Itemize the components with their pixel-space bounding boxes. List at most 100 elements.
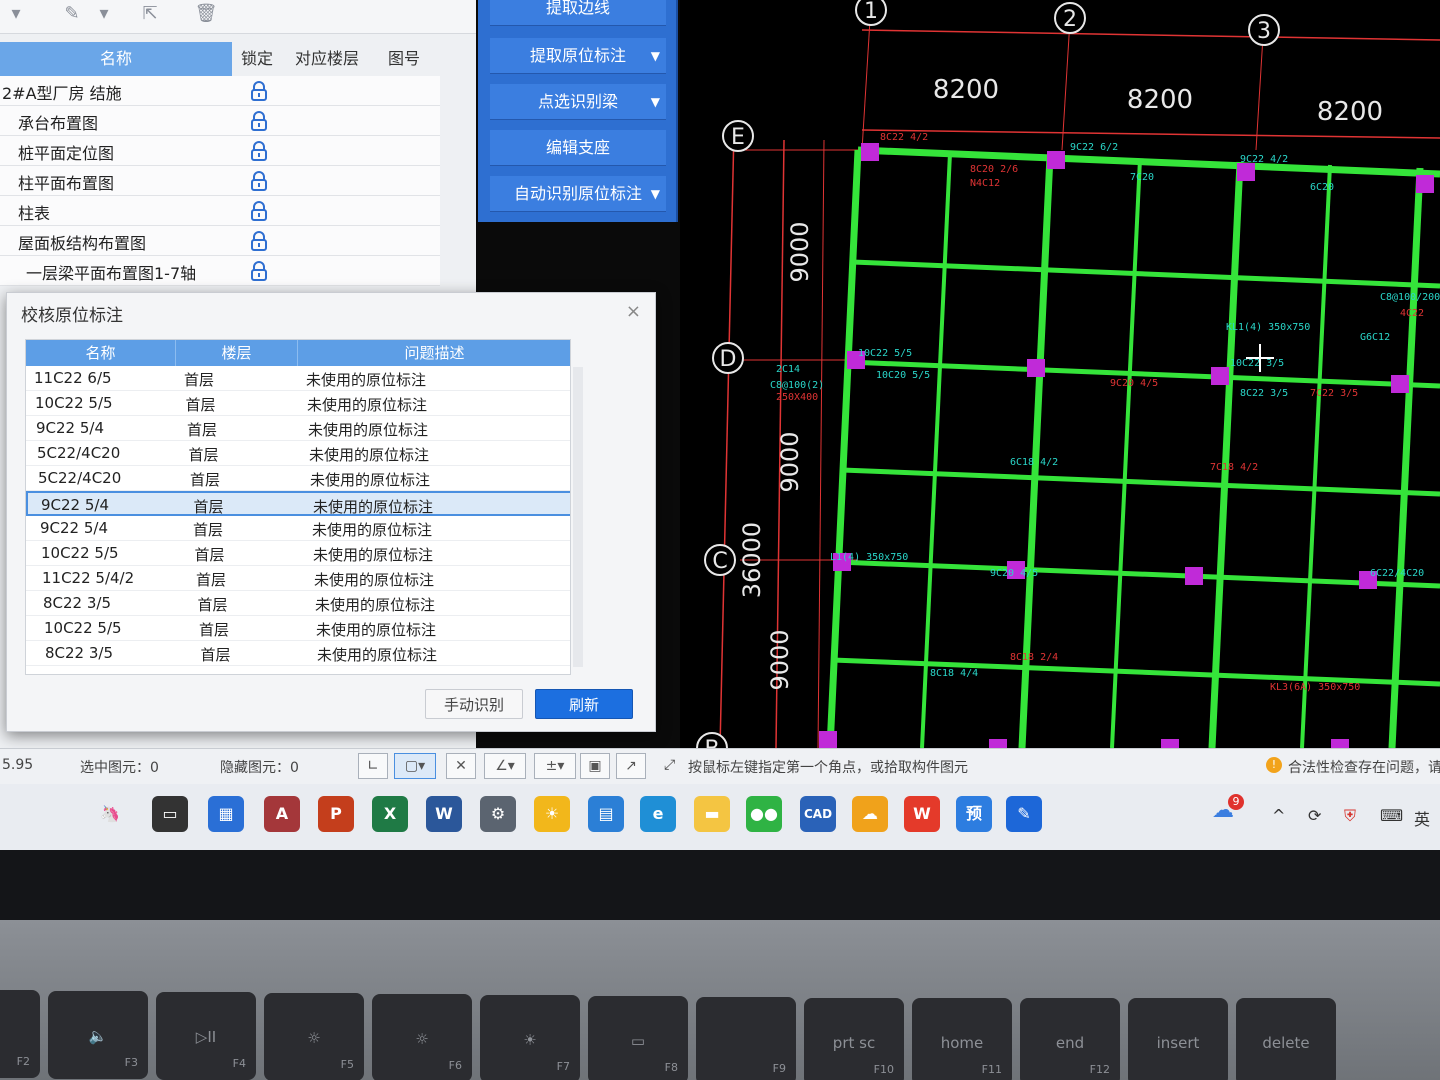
drawing-row[interactable]: 屋面板结构布置图 <box>0 226 440 256</box>
drawing-row[interactable]: 一层梁平面布置图1-7轴 <box>0 256 440 286</box>
unicorn-app-icon[interactable]: 🦄 <box>92 796 128 832</box>
table-row[interactable]: 9C22 5/4 首层 未使用的原位标注 <box>26 516 570 541</box>
beam-line <box>852 259 1440 289</box>
table-scrollbar[interactable] <box>573 367 583 667</box>
angle-icon[interactable]: ∠▾ <box>484 753 526 779</box>
dropdown-icon[interactable]: ▾ <box>92 2 116 26</box>
snap-icon[interactable]: ±▾ <box>534 753 576 779</box>
col-header-issue[interactable]: 问题描述 <box>298 340 570 366</box>
glodon-app-icon[interactable]: ✎ <box>1006 796 1042 832</box>
drawing-row[interactable]: 桩平面定位图 <box>0 136 440 166</box>
access-icon[interactable]: A <box>264 796 300 832</box>
table-row[interactable]: 8C22 3/5 首层 未使用的原位标注 <box>26 641 570 666</box>
drawing-row[interactable]: 2#A型厂房 结施 <box>0 76 440 106</box>
settings-icon[interactable]: ⚙ <box>480 796 516 832</box>
key-label: ▭ <box>630 1032 646 1050</box>
add-drawing-icon[interactable]: ▾ <box>4 2 28 26</box>
table-row[interactable]: 9C22 5/4 首层 未使用的原位标注 <box>26 491 570 516</box>
col-header-floor[interactable]: 楼层 <box>176 340 298 366</box>
validation-warning[interactable]: 合法性检查存在问题，请 <box>1288 757 1440 777</box>
wps-icon[interactable]: W <box>904 796 940 832</box>
cad-app-icon[interactable]: CAD <box>800 796 836 832</box>
lock-icon[interactable] <box>248 80 270 102</box>
word-icon[interactable]: W <box>426 796 462 832</box>
recognition-button[interactable]: 编辑支座 <box>490 130 666 166</box>
lock-icon[interactable] <box>248 260 270 282</box>
table-row[interactable]: 11C22 5/4/2 首层 未使用的原位标注 <box>26 566 570 591</box>
ortho-icon[interactable]: ∟ <box>358 753 388 779</box>
drawing-row[interactable]: 承台布置图 <box>0 106 440 136</box>
lock-icon[interactable] <box>248 170 270 192</box>
cell-name: 8C22 3/5 <box>43 594 112 612</box>
beam-line <box>857 146 1440 178</box>
beam-plan-drawing[interactable]: 1 2 3EDCB8200 8200 8200900090009000360008C22… <box>680 0 1440 764</box>
table-row[interactable]: 5C22/4C20 首层 未使用的原位标注 <box>26 466 570 491</box>
cell-issue: 未使用的原位标注 <box>317 646 438 664</box>
warning-icon[interactable]: ! <box>1266 757 1282 773</box>
manual-identify-button[interactable]: 手动识别 <box>425 689 523 719</box>
lock-icon[interactable] <box>248 200 270 222</box>
excel-icon[interactable]: X <box>372 796 408 832</box>
powerpoint-icon[interactable]: P <box>318 796 354 832</box>
col-header-lock[interactable]: 锁定 <box>234 42 280 76</box>
recognition-button[interactable]: 提取边线 <box>490 0 666 26</box>
cross-select-icon[interactable]: ✕ <box>446 753 476 779</box>
table-row[interactable]: 8C22 3/5 首层 未使用的原位标注 <box>26 591 570 616</box>
dropdown-arrow-icon[interactable]: ▼ <box>651 38 660 74</box>
col-header-name[interactable]: 名称 <box>0 42 232 76</box>
dropdown-arrow-icon[interactable]: ▼ <box>651 84 660 120</box>
delete-icon[interactable]: 🗑 <box>194 2 218 26</box>
folder-icon[interactable]: ▬ <box>694 796 730 832</box>
layer-icon[interactable]: ▣ <box>580 753 610 779</box>
lock-icon[interactable] <box>248 140 270 162</box>
table-row[interactable]: 10C22 5/5 首层 未使用的原位标注 <box>26 616 570 641</box>
keyboard-key: home F11 <box>912 998 1012 1080</box>
edge-icon[interactable]: e <box>640 796 676 832</box>
dropdown-arrow-icon[interactable]: ▼ <box>651 176 660 212</box>
edit-icon[interactable]: ✎ <box>60 2 84 26</box>
col-header-drawing-no[interactable]: 图号 <box>374 42 434 76</box>
wechat-icon[interactable]: ●● <box>746 796 782 832</box>
keyboard-key: insert <box>1128 998 1228 1080</box>
recognition-button[interactable]: 点选识别梁 ▼ <box>490 84 666 120</box>
column-marker <box>861 143 879 161</box>
col-header-name[interactable]: 名称 <box>26 340 176 366</box>
keyboard-icon[interactable]: ⌨ <box>1380 806 1403 825</box>
drawing-row[interactable]: 柱平面布置图 <box>0 166 440 196</box>
expand-icon[interactable]: ⤢ <box>664 757 675 773</box>
cloud-app-icon[interactable]: ☁ <box>852 796 888 832</box>
taskbar: 🦄 ▭ ▦ A P X W ⚙ ☀ ▤ e ▬ ●● CAD ☁ W 预 ✎ ☁ 9 ^ ⟳ ⛨ ⌨ 英 <box>0 784 1440 850</box>
lock-icon[interactable] <box>248 230 270 252</box>
cell-name: 5C22/4C20 <box>37 444 121 462</box>
drawing-row[interactable]: 柱表 <box>0 196 440 226</box>
preview-app-icon[interactable]: 预 <box>956 796 992 832</box>
notes-app-icon[interactable]: ▤ <box>588 796 624 832</box>
table-row[interactable]: 9C22 5/4 首层 未使用的原位标注 <box>26 416 570 441</box>
refresh-button[interactable]: 刷新 <box>535 689 633 719</box>
rebar-annotation: 250X400 <box>776 392 818 403</box>
key-label: ☼ <box>415 1030 429 1048</box>
sync-icon[interactable]: ⟳ <box>1308 806 1321 825</box>
task-view-icon[interactable]: ▭ <box>152 796 188 832</box>
ime-indicator[interactable]: 英 <box>1414 806 1430 830</box>
table-row[interactable]: 10C22 5/5 首层 未使用的原位标注 <box>26 391 570 416</box>
table-row[interactable]: 10C22 5/5 首层 未使用的原位标注 <box>26 541 570 566</box>
store-icon[interactable]: ▦ <box>208 796 244 832</box>
recognition-button[interactable]: 提取原位标注 ▼ <box>490 38 666 74</box>
curve-icon[interactable]: ↗ <box>616 753 646 779</box>
cell-issue: 未使用的原位标注 <box>312 521 433 539</box>
keyboard-key: ▷II F4 <box>156 992 256 1080</box>
select-box-icon[interactable]: ▢▾ <box>394 753 436 779</box>
table-row[interactable]: 5C22/4C20 首层 未使用的原位标注 <box>26 441 570 466</box>
rebar-annotation: 7C20 <box>1130 172 1154 183</box>
sun-app-icon[interactable]: ☀ <box>534 796 570 832</box>
export-icon[interactable]: ⇱ <box>138 2 162 26</box>
security-icon[interactable]: ⛨ <box>1344 806 1356 826</box>
table-row[interactable]: 11C22 6/5 首层 未使用的原位标注 <box>26 366 570 391</box>
cad-canvas[interactable]: 1 2 3 E D C B 8200 8200 8200 9000 9000 9000 36000 8C22… <box>680 0 1440 764</box>
col-header-floor[interactable]: 对应楼层 <box>282 42 372 76</box>
lock-icon[interactable] <box>248 110 270 132</box>
close-icon[interactable]: × <box>626 301 641 322</box>
recognition-button[interactable]: 自动识别原位标注 ▼ <box>490 176 666 212</box>
chevron-up-icon[interactable]: ^ <box>1272 806 1285 825</box>
